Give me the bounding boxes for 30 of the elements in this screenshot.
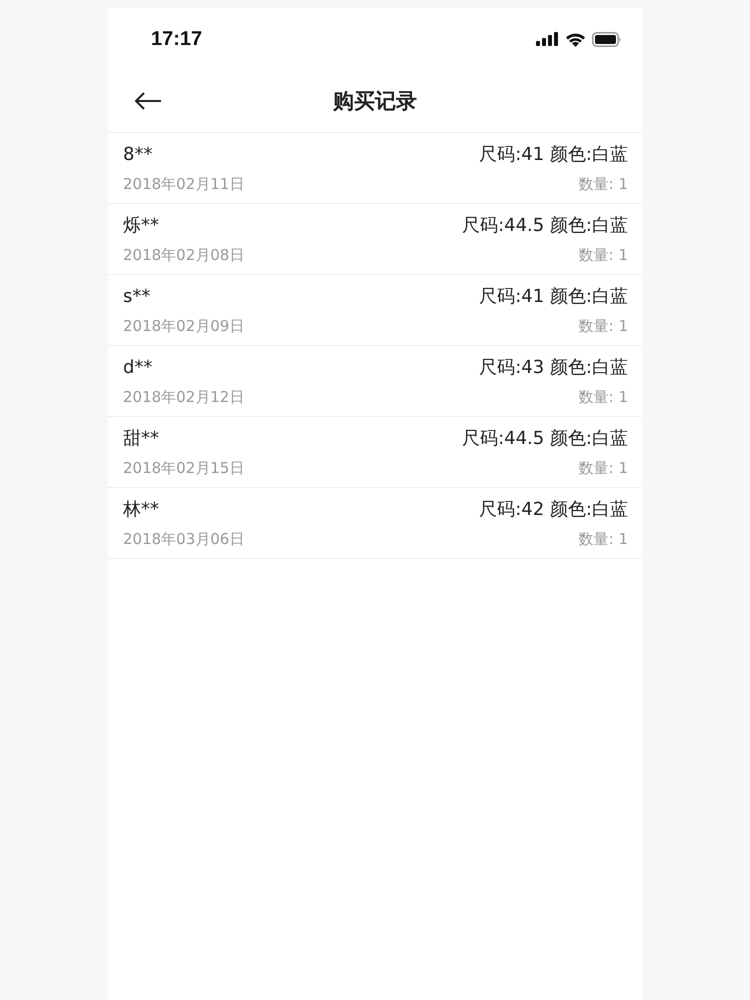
purchase-date: 2018年02月09日 — [123, 317, 244, 336]
quantity: 数量: 1 — [578, 317, 628, 336]
purchase-date: 2018年03月06日 — [123, 530, 244, 549]
signal-icon — [536, 32, 559, 46]
buyer-name: 8** — [123, 144, 152, 165]
quantity: 数量: 1 — [578, 459, 628, 478]
purchase-date: 2018年02月08日 — [123, 246, 244, 265]
quantity: 数量: 1 — [578, 388, 628, 407]
quantity: 数量: 1 — [578, 246, 628, 265]
size-color: 尺码:43 颜色:白蓝 — [479, 356, 628, 379]
buyer-name: 甜** — [123, 427, 159, 450]
purchase-date: 2018年02月11日 — [123, 175, 244, 194]
size-color: 尺码:44.5 颜色:白蓝 — [462, 427, 628, 450]
size-color: 尺码:42 颜色:白蓝 — [479, 498, 628, 521]
size-color: 尺码:41 颜色:白蓝 — [479, 143, 628, 166]
wifi-icon — [565, 32, 586, 46]
back-button[interactable] — [134, 90, 162, 112]
battery-icon — [592, 32, 622, 46]
page-title: 购买记录 — [333, 88, 417, 115]
status-time: 17:17 — [151, 28, 202, 50]
buyer-name: s** — [123, 286, 150, 307]
size-color: 尺码:44.5 颜色:白蓝 — [462, 214, 628, 237]
purchase-date: 2018年02月12日 — [123, 388, 244, 407]
buyer-name: 烁** — [123, 214, 159, 237]
buyer-name: d** — [123, 357, 152, 378]
size-color: 尺码:41 颜色:白蓝 — [479, 285, 628, 308]
buyer-name: 林** — [123, 498, 159, 521]
purchase-date: 2018年02月15日 — [123, 459, 244, 478]
quantity: 数量: 1 — [578, 175, 628, 194]
quantity: 数量: 1 — [578, 530, 628, 549]
